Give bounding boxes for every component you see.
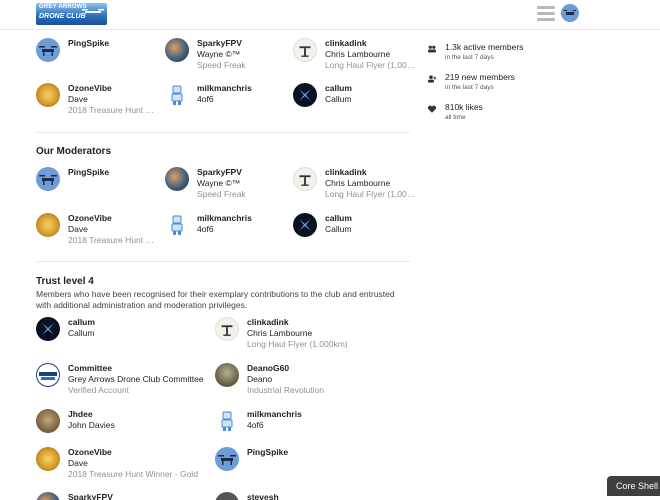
photo-avatar-icon (165, 38, 189, 62)
photo-avatar-icon (36, 492, 60, 500)
section-divider (36, 132, 410, 133)
x-logo-avatar-icon (36, 317, 60, 341)
member-username[interactable]: clinkadink (247, 317, 348, 328)
moderators-heading: Our Moderators (36, 146, 112, 157)
member-name: Callum (325, 94, 352, 104)
member-username[interactable]: milkmanchris (197, 213, 252, 224)
drone-avatar-icon (36, 167, 60, 191)
photo-avatar-icon (215, 492, 239, 500)
member-username[interactable]: milkmanchris (247, 409, 302, 420)
member-name: Grey Arrows Drone Club Committee (68, 374, 204, 384)
member-name: John Davies (68, 420, 115, 430)
user-plus-icon (428, 75, 437, 83)
stat-value: 219 new members (445, 72, 515, 82)
member-username[interactable]: PingSpike (247, 447, 288, 458)
member-username[interactable]: Committee (68, 363, 204, 374)
member-username[interactable]: callum (325, 83, 352, 94)
member-username[interactable]: SparkyFPV (197, 167, 246, 178)
sun-avatar-icon (36, 213, 60, 237)
member-username[interactable]: SparkyFPV (197, 38, 246, 49)
member-username[interactable]: PingSpike (68, 167, 109, 178)
member-name: 4of6 (247, 420, 264, 430)
member-username[interactable]: callum (325, 213, 352, 224)
current-user-avatar[interactable] (561, 4, 579, 22)
member-username[interactable]: clinkadink (325, 38, 415, 49)
stat-subtext: all time (445, 114, 466, 121)
trust-level-description: Members who have been recognised for the… (36, 289, 395, 310)
member-name: Chris Lambourne (325, 178, 391, 188)
core-shell-button[interactable]: Core Shell (607, 476, 660, 496)
stat-value: 1.3k active members (445, 42, 524, 52)
committee-logo-avatar-icon (36, 363, 60, 387)
member-username[interactable]: OzoneVibe (68, 447, 198, 458)
member-name: 4of6 (197, 224, 214, 234)
dog-photo-avatar-icon (36, 409, 60, 433)
member-title: Long Haul Flyer (1,00… (325, 60, 416, 70)
member-username[interactable]: Jhdee (68, 409, 115, 420)
heart-icon (427, 105, 437, 113)
member-name: Chris Lambourne (247, 328, 313, 338)
member-name: Wayne ©™ (197, 49, 241, 59)
robot-avatar-icon (165, 213, 189, 237)
member-name: Dave (68, 224, 88, 234)
hamburger-menu-icon[interactable] (537, 6, 555, 22)
drone-silhouette-avatar-icon (293, 38, 317, 62)
member-username[interactable]: milkmanchris (197, 83, 252, 94)
logo-drone-icon (82, 9, 104, 13)
member-name: Wayne ©™ (197, 178, 241, 188)
member-title: Long Haul Flyer (1,00… (325, 189, 416, 199)
member-username[interactable]: OzoneVibe (68, 83, 154, 94)
logo-text-line1: GREY ARROWS (39, 4, 87, 10)
stat-value: 810k likes (445, 102, 483, 112)
users-icon (428, 45, 436, 53)
section-divider (36, 261, 410, 262)
member-title: 2018 Treasure Hunt … (68, 235, 154, 245)
member-title: Speed Freak (197, 189, 246, 199)
member-name: Dave (68, 458, 88, 468)
robot-avatar-icon (215, 409, 239, 433)
photo-avatar-icon (165, 167, 189, 191)
member-name: Deano (247, 374, 273, 384)
member-title: Speed Freak (197, 60, 246, 70)
robot-avatar-icon (165, 83, 189, 107)
logo-text-line2: DRONE CLUB (39, 13, 86, 20)
member-title: 2018 Treasure Hunt Winner - Gold (68, 469, 198, 479)
trust-level-heading: Trust level 4 (36, 276, 94, 287)
member-username[interactable]: DeanoG60 (247, 363, 324, 374)
member-title: Verified Account (68, 385, 129, 395)
member-title: Industrial Revolution (247, 385, 325, 395)
member-username[interactable]: OzoneVibe (68, 213, 154, 224)
drone-silhouette-avatar-icon (293, 167, 317, 191)
member-username[interactable]: SparkyFPV (68, 492, 113, 500)
member-username[interactable]: callum (68, 317, 95, 328)
member-name: 4of6 (197, 94, 214, 104)
drone-silhouette-avatar-icon (215, 317, 239, 341)
drone-avatar-icon (215, 447, 239, 471)
member-name: Chris Lambourne (325, 49, 391, 59)
photo-avatar-icon (215, 363, 239, 387)
x-logo-avatar-icon (293, 83, 317, 107)
site-logo[interactable]: GREY ARROWS DRONE CLUB (36, 3, 107, 25)
sun-avatar-icon (36, 83, 60, 107)
member-name: Callum (325, 224, 352, 234)
member-title: Long Haul Flyer (1,000km) (247, 339, 348, 349)
site-header: GREY ARROWS DRONE CLUB (0, 0, 660, 30)
member-username[interactable]: clinkadink (325, 167, 415, 178)
member-username[interactable]: PingSpike (68, 38, 109, 49)
stat-subtext: in the last 7 days (445, 54, 494, 61)
member-name: Dave (68, 94, 88, 104)
stat-subtext: in the last 7 days (445, 84, 494, 91)
member-name: Callum (68, 328, 95, 338)
member-username[interactable]: stevesh (247, 492, 279, 500)
sun-avatar-icon (36, 447, 60, 471)
x-logo-avatar-icon (293, 213, 317, 237)
drone-avatar-icon (36, 38, 60, 62)
member-title: 2018 Treasure Hunt … (68, 105, 154, 115)
